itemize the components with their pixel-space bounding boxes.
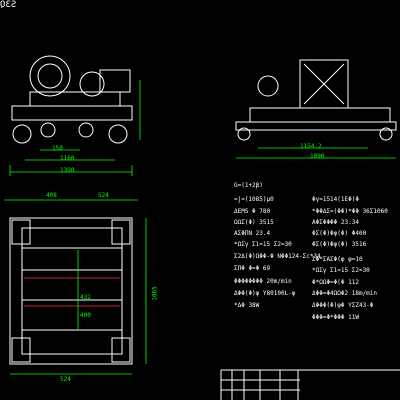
base-frame — [11, 105, 133, 121]
corner-label: S3Q — [0, 0, 17, 10]
plan-view — [9, 217, 133, 365]
spec-line: Σ2Δ(Φ)ΩΦΦ-Φ NΦΦ124-Σc*34 — [234, 253, 321, 260]
title-block — [220, 369, 400, 400]
spec-line: =j=(1085)μ0 — [234, 196, 274, 203]
spec-line: ΔΦΦ=Φ4ΩΩΦ2 18m/min — [312, 290, 378, 297]
spec-line: ΦΦΦ=Φ*ΦΦΦ 11W — [312, 314, 359, 321]
dim-label: 524 — [98, 192, 109, 199]
drum — [29, 55, 71, 97]
spec-line: ΔEMS Φ 780 — [234, 208, 271, 215]
plan-outer-frame — [9, 217, 133, 365]
dim-label: 1090 — [310, 153, 325, 160]
dim-label: 1390 — [60, 167, 75, 174]
spec-line: ΣΠΦ Φ=Φ 69 — [234, 265, 271, 272]
spec-line: *ΔΦ 38W — [234, 302, 260, 309]
spec-line: ΑΣΦΠΝ 23.4 — [234, 230, 271, 237]
spec-line: *ΦΦΔΣ=(ΦΦ)*ΦΦ 36Σ1060 — [312, 208, 388, 215]
spec-line: ΩΩΣ(Φ) 3515 — [234, 219, 274, 226]
spec-line: *ΩΣγ Σ1=15 Σ2=30 — [234, 241, 292, 248]
dim-label: 1065 — [151, 286, 159, 301]
dim-label: 432 — [80, 294, 91, 301]
corner-wheel — [11, 219, 31, 245]
dim-label: 524 — [60, 376, 71, 383]
spec-line: *ΩΣγ Σ1=15 Σ2=30 — [312, 267, 370, 274]
motor — [99, 69, 131, 93]
dim-label: 1160 — [60, 155, 75, 162]
motor-right — [257, 75, 279, 97]
spec-line: ΦΦΦΦΦΦΦΦ 20m/min — [234, 278, 292, 285]
dim-label: 408 — [46, 192, 57, 199]
base-frame-right — [249, 107, 391, 123]
wheel-right — [108, 124, 128, 144]
wheel-left — [12, 124, 32, 144]
plan-view-dimensions — [4, 199, 147, 375]
dim-label: 1154.2 — [300, 143, 322, 150]
left-elevation-view — [11, 55, 133, 144]
spec-line: ΣΦ*ΣΑΣΦ(φ φ=10 — [312, 256, 363, 263]
spec-line: G=(1+2β) — [234, 182, 263, 189]
dim-label: 150 — [52, 145, 63, 152]
dim-label: 400 — [80, 312, 91, 319]
spec-line: ΔΦΦΦ(Φ)φΦ YΣΖ43-Φ — [312, 302, 374, 309]
spec-line: Φγ=1514(1ΕΦ(Φ — [312, 196, 359, 203]
drum-housing — [29, 91, 121, 107]
spec-line: ΦΣ(Φ)Φφ(Φ) Φ400 — [312, 230, 367, 237]
right-elevation-view — [235, 59, 397, 141]
spec-line: ΦΣ(Φ)Φφ(Φ) 3516 — [312, 241, 367, 248]
spec-line: ΔΦΦ(Φ)φ Y80100L-φ — [234, 290, 296, 297]
spec-line: ΑΦΣΦΦΦΦ 23.34 — [312, 219, 359, 226]
plan-view-red-lines — [24, 277, 120, 307]
spec-line: Φ*ΩΩΦ=Φ(Φ 112 — [312, 279, 359, 286]
